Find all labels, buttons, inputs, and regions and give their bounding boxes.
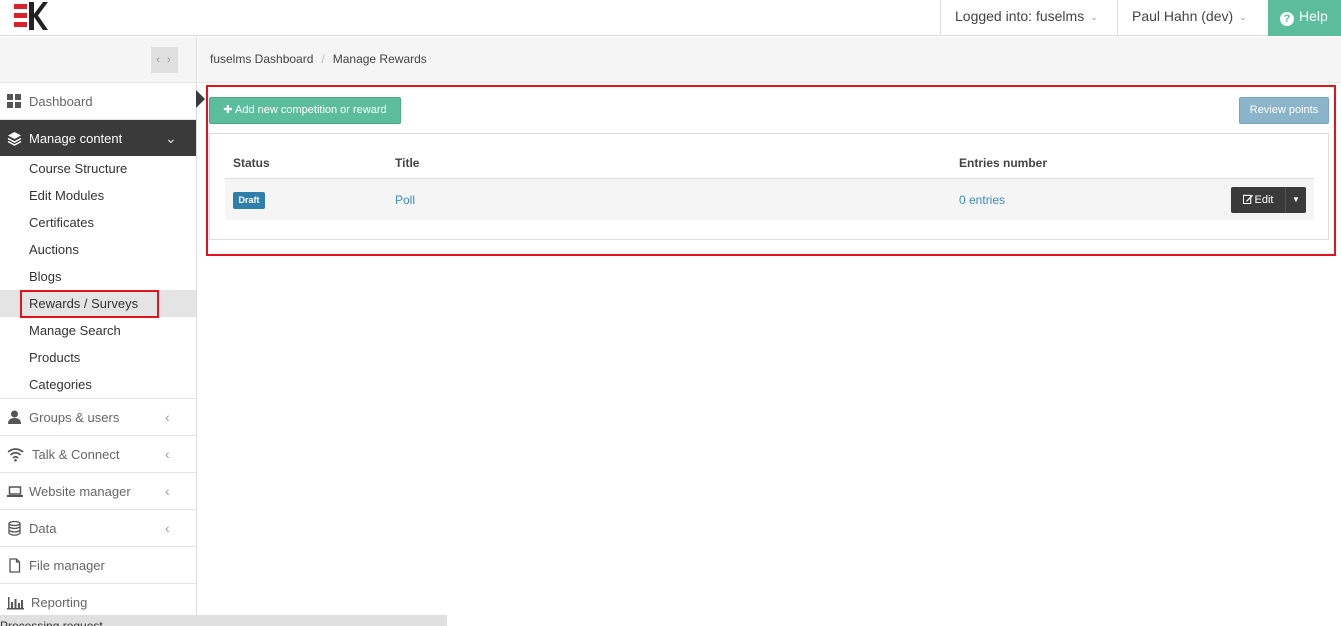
sidebar-item-label: Groups & users [29, 410, 120, 425]
add-competition-button[interactable]: ✚ Add new competition or reward [209, 97, 401, 124]
database-icon [8, 521, 21, 536]
laptop-icon [7, 486, 23, 497]
sidebar-subitem-categories[interactable]: Categories [0, 371, 196, 398]
sidebar-subitem-rewards-surveys[interactable]: Rewards / Surveys [0, 290, 196, 318]
logo-icon[interactable] [14, 2, 48, 30]
status-bar: Processing request... [0, 615, 447, 626]
sidebar-item-label: Manage content [29, 131, 123, 146]
review-points-button[interactable]: Review points [1239, 97, 1329, 124]
edit-button-group: Edit ▼ [1231, 187, 1306, 213]
help-button[interactable]: ? Help [1268, 0, 1341, 36]
chevron-left-icon: ‹ [165, 409, 170, 425]
sidebar-item-file-manager[interactable]: File manager [0, 547, 196, 584]
edit-label: Edit [1254, 194, 1274, 206]
help-label: Help [1299, 8, 1328, 24]
sidebar-header: ‹ › [0, 37, 196, 83]
add-competition-label: Add new competition or reward [235, 104, 387, 116]
sidebar-subitem-products[interactable]: Products [0, 344, 196, 371]
sidebar-item-talk-connect[interactable]: Talk & Connect ‹ [0, 436, 196, 473]
layers-icon [7, 132, 22, 146]
sidebar-item-label: Dashboard [29, 94, 93, 109]
wifi-icon [7, 448, 24, 462]
sidebar-item-label: File manager [29, 558, 105, 573]
chevron-left-icon: ‹ [165, 483, 170, 499]
plus-icon: ✚ [223, 104, 233, 116]
account-selector[interactable]: Logged into: fuselms ⌄ [940, 0, 1117, 36]
caret-down-icon: ▼ [1292, 195, 1300, 204]
column-header-status: Status [233, 156, 270, 170]
sidebar-item-label: Website manager [29, 484, 131, 499]
breadcrumb-item-dashboard[interactable]: fuselms Dashboard [210, 52, 313, 66]
status-badge: Draft [233, 192, 265, 209]
breadcrumb-separator: / [321, 52, 325, 66]
entries-link[interactable]: 0 entries [959, 193, 1005, 207]
sidebar-subitem-course-structure[interactable]: Course Structure [0, 155, 196, 182]
sidebar-item-label: Talk & Connect [32, 447, 120, 462]
question-icon: ? [1280, 12, 1294, 26]
edit-icon [1242, 194, 1253, 205]
highlight-outline [20, 290, 159, 318]
sidebar-subitem-certificates[interactable]: Certificates [0, 209, 196, 236]
breadcrumb-item-current: Manage Rewards [332, 52, 427, 66]
edit-dropdown-toggle[interactable]: ▼ [1285, 187, 1306, 213]
sidebar: ‹ › Dashboard Manage content ⌄ Course St… [0, 37, 197, 626]
chevron-left-icon: ‹ [165, 446, 170, 462]
user-icon [8, 410, 21, 424]
top-bar: Logged into: fuselms ⌄ Paul Hahn (dev) ⌄ ?… [0, 0, 1341, 36]
active-indicator-arrow [196, 90, 205, 108]
chevron-down-icon: ⌄ [165, 130, 177, 146]
table-row [225, 179, 1314, 220]
sidebar-item-dashboard[interactable]: Dashboard [0, 83, 196, 120]
breadcrumb: fuselms Dashboard / Manage Rewards [198, 37, 1341, 83]
user-menu[interactable]: Paul Hahn (dev) ⌄ [1117, 0, 1268, 36]
chevron-down-icon: ⌄ [1090, 12, 1098, 23]
file-icon [9, 558, 21, 573]
chevron-down-icon: ⌄ [1239, 12, 1247, 23]
sidebar-subitem-edit-modules[interactable]: Edit Modules [0, 182, 196, 209]
sidebar-item-groups-users[interactable]: Groups & users ‹ [0, 399, 196, 436]
sidebar-item-website-manager[interactable]: Website manager ‹ [0, 473, 196, 510]
account-selector-label: Logged into: fuselms [955, 8, 1085, 24]
sidebar-item-label: Data [29, 521, 57, 536]
sidebar-collapse-toggle[interactable]: ‹ › [151, 47, 178, 73]
sidebar-subitem-manage-search[interactable]: Manage Search [0, 317, 196, 344]
reward-title-link[interactable]: Poll [395, 193, 415, 207]
user-name: Paul Hahn (dev) [1132, 8, 1234, 24]
chevron-left-icon: ‹ [165, 520, 170, 536]
sidebar-item-manage-content[interactable]: Manage content ⌄ [0, 120, 196, 156]
dashboard-icon [7, 94, 21, 108]
column-header-title: Title [395, 156, 420, 170]
sidebar-item-label: Reporting [31, 595, 88, 610]
bar-chart-icon [7, 597, 24, 610]
edit-button[interactable]: Edit [1231, 187, 1285, 213]
sidebar-item-data[interactable]: Data ‹ [0, 510, 196, 547]
column-header-entries: Entries number [959, 156, 1048, 170]
sidebar-subitem-auctions[interactable]: Auctions [0, 236, 196, 263]
sidebar-subitem-blogs[interactable]: Blogs [0, 263, 196, 290]
